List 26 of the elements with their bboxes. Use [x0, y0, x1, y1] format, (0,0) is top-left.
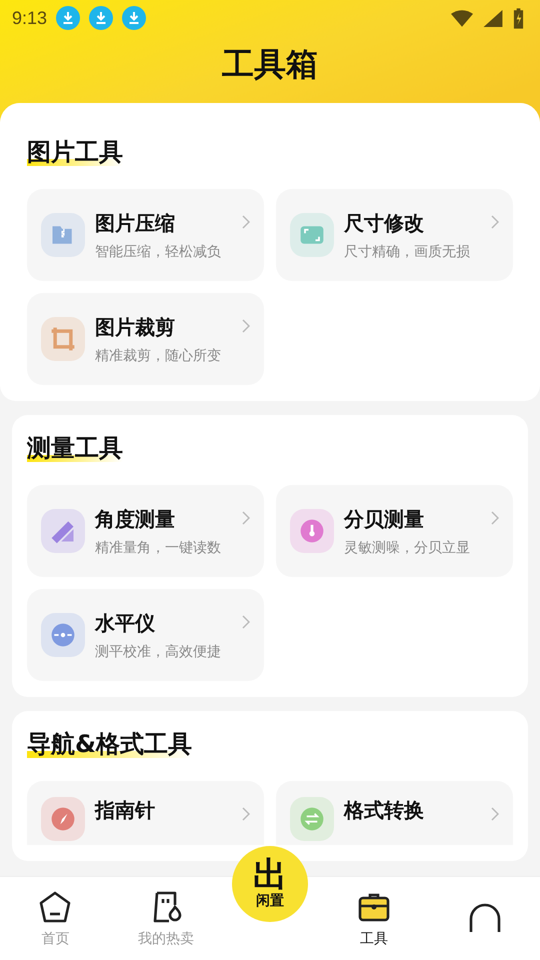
tool-card[interactable]: 格式转换 — [276, 781, 513, 845]
download-icon — [89, 6, 114, 30]
signal-icon — [482, 10, 504, 26]
tool-card[interactable]: 尺寸修改 尺寸精确，画质无损 — [276, 189, 513, 281]
chevron-icon — [242, 215, 250, 229]
tool-card[interactable]: 图片压缩 智能压缩，轻松减负 — [27, 189, 264, 281]
chevron-icon — [242, 511, 250, 525]
tool-card[interactable]: 水平仪 测平校准，高效便捷 — [27, 589, 264, 681]
download-icon — [122, 6, 146, 30]
battery-icon — [513, 8, 524, 28]
chevron-icon — [242, 319, 250, 333]
tool-card[interactable]: 图片裁剪 精准裁剪，随心所变 — [27, 293, 264, 385]
nav-tab[interactable]: 工具 — [328, 890, 419, 948]
chevron-icon — [491, 807, 499, 821]
chevron-icon — [242, 807, 250, 821]
wifi-icon — [451, 10, 473, 26]
tool-card[interactable]: 分贝测量 灵敏测噪，分贝立显 — [276, 485, 513, 577]
chevron-icon — [491, 215, 499, 229]
page-title: 工具箱 — [221, 44, 319, 85]
home-icon — [38, 890, 72, 924]
tool-card[interactable]: 角度测量 精准量角，一键读数 — [27, 485, 264, 577]
status-time: 9:13 — [12, 8, 48, 28]
tool-card[interactable]: 指南针 — [27, 781, 264, 845]
download-icon — [56, 6, 80, 30]
chevron-icon — [491, 511, 499, 525]
chevron-icon — [242, 615, 250, 629]
